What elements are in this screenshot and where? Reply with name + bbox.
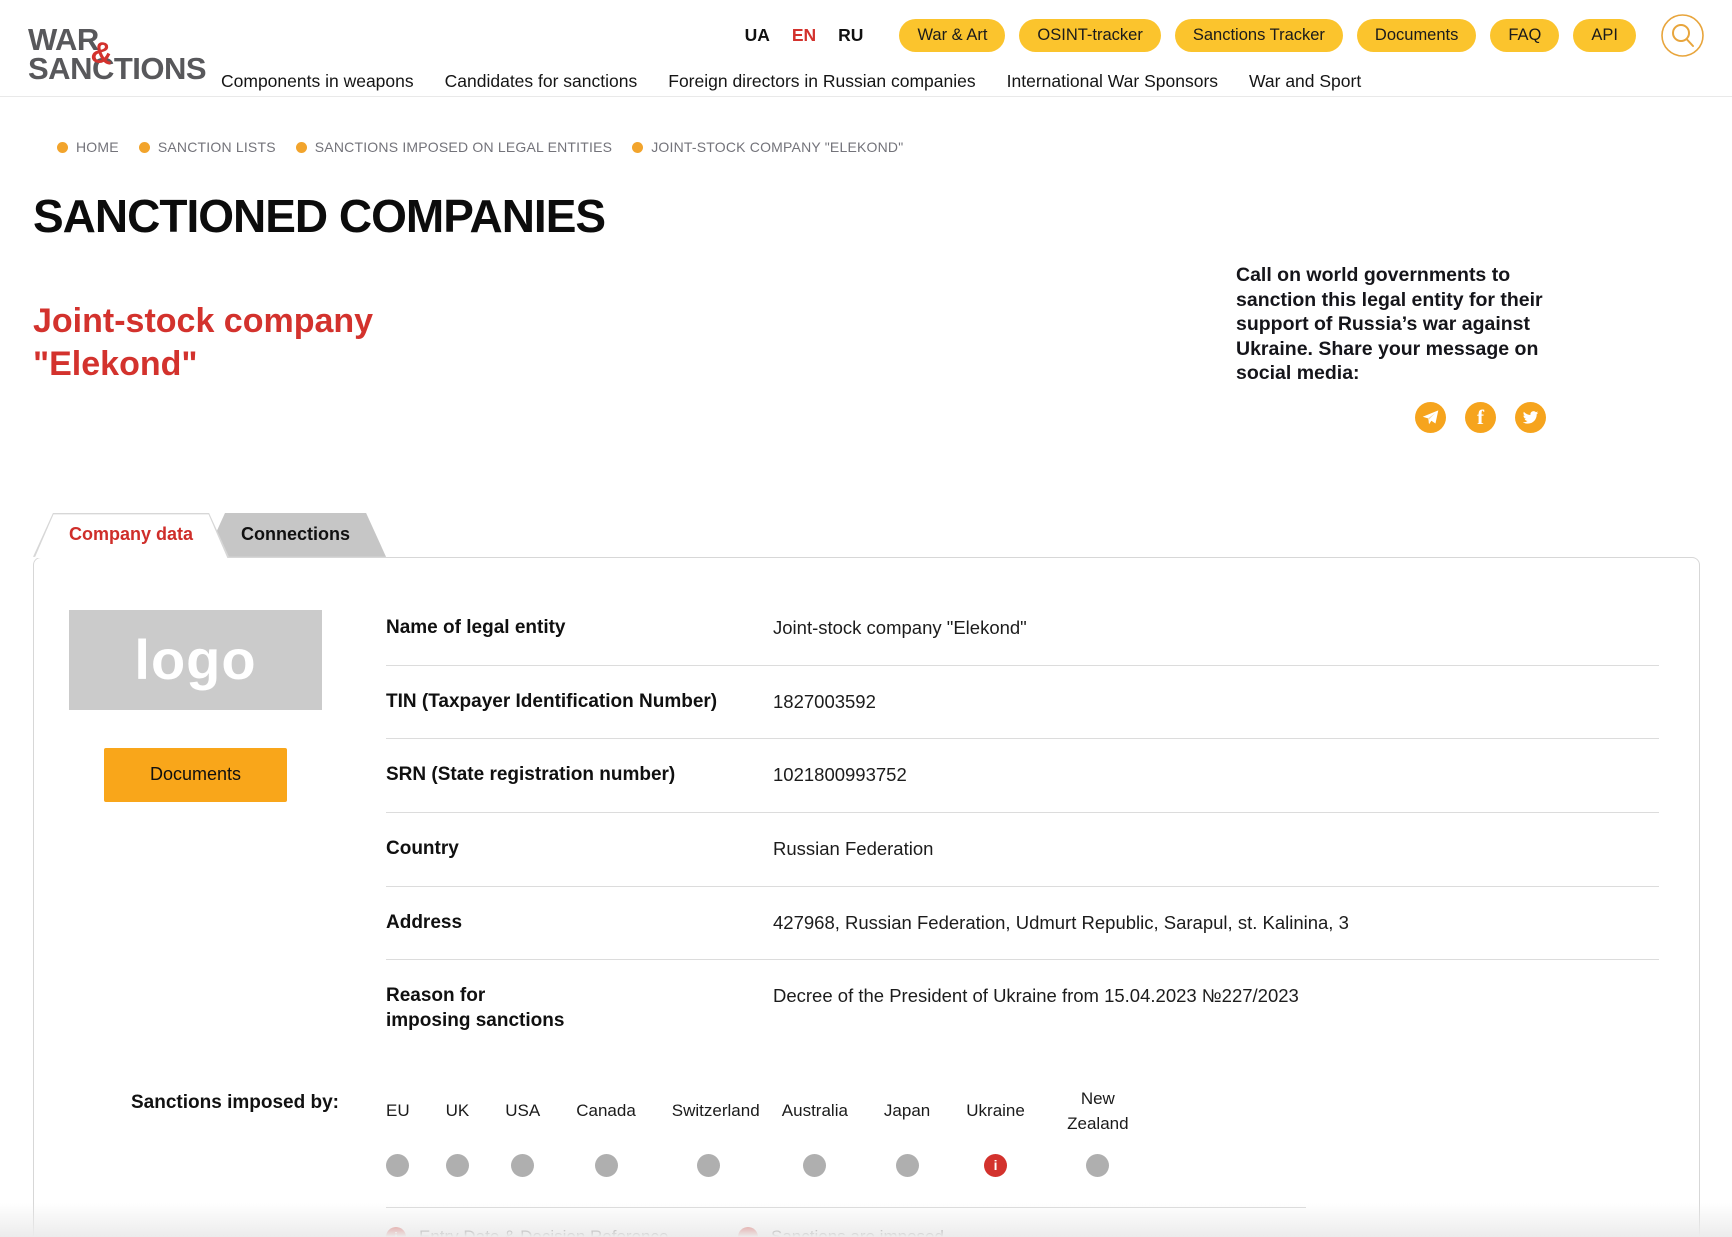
sanctions-imposed-section: Sanctions imposed by: EU UK USA — [69, 1084, 1659, 1177]
lang-en[interactable]: EN — [792, 25, 816, 46]
main-nav: Components in weapons Candidates for san… — [206, 71, 1705, 92]
country-ukraine: Ukraine — [966, 1084, 1025, 1177]
field-label: Address — [386, 911, 751, 936]
page-title: SANCTIONED COMPANIES — [33, 189, 1732, 243]
sanctions-imposed-label: Sanctions imposed by: — [131, 1084, 386, 1177]
pill-osint-tracker[interactable]: OSINT-tracker — [1019, 19, 1160, 52]
language-switcher: UA EN RU — [745, 25, 864, 46]
field-label: Reason for imposing sanctions — [386, 984, 751, 1033]
sanction-status-dot — [511, 1154, 534, 1177]
sanction-status-dot — [386, 1154, 409, 1177]
site-logo[interactable]: WAR & SANCTIONS — [28, 26, 206, 84]
pill-api[interactable]: API — [1573, 19, 1636, 52]
share-call-to-action: Call on world governments to sanction th… — [1236, 263, 1546, 386]
breadcrumb: HOME SANCTION LISTS SANCTIONS IMPOSED ON… — [0, 97, 1732, 155]
page: WAR & SANCTIONS UA EN RU War & Art OSINT… — [0, 0, 1732, 1237]
tab-connections[interactable]: Connections — [205, 513, 386, 557]
field-value: 427968, Russian Federation, Udmurt Repub… — [773, 911, 1349, 936]
sanction-status-dot — [595, 1154, 618, 1177]
sanctions-legend: Entry Date & Decision Reference Sanction… — [386, 1207, 1306, 1237]
company-row: Joint-stock company "Elekond" Call on wo… — [0, 263, 1732, 433]
field-value: 1021800993752 — [773, 763, 907, 788]
company-logo-placeholder: logo — [69, 610, 322, 710]
nav-foreign-directors[interactable]: Foreign directors in Russian companies — [668, 71, 975, 92]
table-row: Country Russian Federation — [386, 813, 1659, 887]
company-data-table: Name of legal entity Joint-stock company… — [386, 610, 1659, 1058]
tabs: Company data Connections — [33, 513, 1732, 557]
field-label: TIN (Taxpayer Identification Number) — [386, 690, 751, 715]
field-label: Name of legal entity — [386, 616, 751, 641]
breadcrumb-dot-icon — [139, 142, 150, 153]
sanction-status-dot — [1086, 1154, 1109, 1177]
table-row: SRN (State registration number) 10218009… — [386, 739, 1659, 813]
card-left-column: logo Documents — [69, 610, 322, 1058]
legend-info-dot-icon — [386, 1227, 406, 1237]
company-data-card: logo Documents Name of legal entity Join… — [33, 557, 1700, 1237]
breadcrumb-legal-entities[interactable]: SANCTIONS IMPOSED ON LEGAL ENTITIES — [296, 139, 612, 155]
legend-item-entry-date: Entry Date & Decision Reference — [386, 1227, 738, 1237]
twitter-icon[interactable] — [1515, 402, 1546, 433]
tab-company-data[interactable]: Company data — [33, 513, 229, 557]
country-new-zealand: New Zealand — [1061, 1084, 1135, 1177]
table-row: Name of legal entity Joint-stock company… — [386, 610, 1659, 666]
sanctions-countries: EU UK USA Canada — [386, 1084, 1135, 1177]
field-label: Country — [386, 837, 751, 862]
country-canada: Canada — [576, 1084, 636, 1177]
documents-button[interactable]: Documents — [104, 748, 287, 802]
pill-war-and-art[interactable]: War & Art — [899, 19, 1005, 52]
legend-imposed-dot-icon — [738, 1227, 758, 1237]
header: WAR & SANCTIONS UA EN RU War & Art OSINT… — [0, 0, 1732, 97]
share-icons: f — [1236, 402, 1546, 433]
sanction-status-dot — [803, 1154, 826, 1177]
field-value: Decree of the President of Ukraine from … — [773, 984, 1299, 1033]
company-name: Joint-stock company "Elekond" — [33, 263, 373, 385]
sanction-status-dot — [896, 1154, 919, 1177]
pill-sanctions-tracker[interactable]: Sanctions Tracker — [1175, 19, 1343, 52]
lang-ua[interactable]: UA — [745, 25, 770, 46]
field-value: Joint-stock company "Elekond" — [773, 616, 1027, 641]
table-row: TIN (Taxpayer Identification Number) 182… — [386, 666, 1659, 740]
country-australia: Australia — [782, 1084, 848, 1177]
table-row: Address 427968, Russian Federation, Udmu… — [386, 887, 1659, 961]
share-block: Call on world governments to sanction th… — [1236, 263, 1546, 433]
field-label: SRN (State registration number) — [386, 763, 751, 788]
table-row: Reason for imposing sanctions Decree of … — [386, 960, 1659, 1057]
nav-candidates-for-sanctions[interactable]: Candidates for sanctions — [445, 71, 638, 92]
country-usa: USA — [505, 1084, 540, 1177]
field-value: Russian Federation — [773, 837, 933, 862]
breadcrumb-dot-icon — [632, 142, 643, 153]
country-uk: UK — [446, 1084, 470, 1177]
country-eu: EU — [386, 1084, 410, 1177]
country-switzerland: Switzerland — [672, 1084, 746, 1177]
nav-war-and-sport[interactable]: War and Sport — [1249, 71, 1361, 92]
telegram-icon[interactable] — [1415, 402, 1446, 433]
header-right: UA EN RU War & Art OSINT-tracker Sanctio… — [206, 10, 1705, 92]
sanction-status-dot — [697, 1154, 720, 1177]
breadcrumb-sanction-lists[interactable]: SANCTION LISTS — [139, 139, 276, 155]
search-icon[interactable] — [1660, 13, 1705, 58]
lang-ru[interactable]: RU — [838, 25, 863, 46]
nav-international-war-sponsors[interactable]: International War Sponsors — [1007, 71, 1218, 92]
nav-components-in-weapons[interactable]: Components in weapons — [221, 71, 414, 92]
facebook-icon[interactable]: f — [1465, 402, 1496, 433]
header-top-row: UA EN RU War & Art OSINT-tracker Sanctio… — [206, 13, 1705, 58]
breadcrumb-dot-icon — [296, 142, 307, 153]
pill-documents[interactable]: Documents — [1357, 19, 1476, 52]
breadcrumb-home[interactable]: HOME — [57, 139, 119, 155]
country-japan: Japan — [884, 1084, 930, 1177]
breadcrumb-current-company: JOINT-STOCK COMPANY "ELEKOND" — [632, 139, 903, 155]
sanction-status-dot — [446, 1154, 469, 1177]
pill-faq[interactable]: FAQ — [1490, 19, 1559, 52]
sanction-info-dot[interactable] — [984, 1154, 1007, 1177]
field-value: 1827003592 — [773, 690, 876, 715]
breadcrumb-dot-icon — [57, 142, 68, 153]
logo-line2: SANCTIONS — [28, 55, 206, 84]
legend-item-imposed: Sanctions are imposed — [738, 1227, 1306, 1237]
